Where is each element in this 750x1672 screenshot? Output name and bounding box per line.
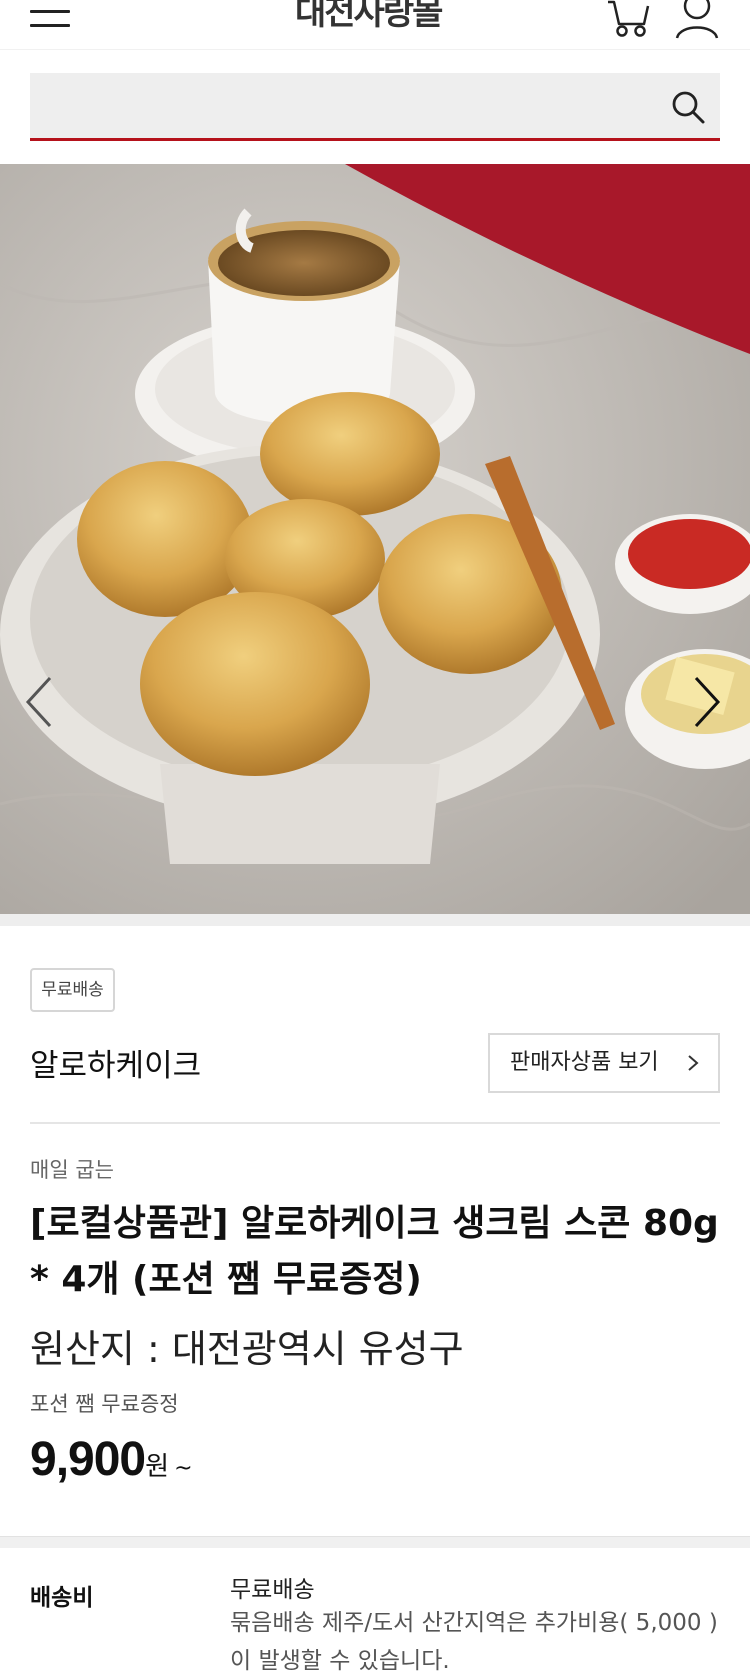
search-icon[interactable] xyxy=(670,89,706,125)
cart-icon[interactable] xyxy=(606,0,652,40)
gallery-next-arrow-icon[interactable] xyxy=(686,672,726,732)
promo-text: 포션 쨈 무료증정 xyxy=(30,1392,179,1416)
top-header: 대전사랑몰 xyxy=(0,0,750,50)
user-icon[interactable] xyxy=(674,0,720,40)
seller-products-button[interactable]: 판매자상품 보기 xyxy=(488,1033,720,1093)
seller-products-label: 판매자상품 보기 xyxy=(510,1050,659,1075)
price-unit: 원 xyxy=(145,1452,170,1482)
product-title: [로컬상품관] 알로하케이크 생크림 스콘 80g * 4개 (포션 쨈 무료증… xyxy=(30,1203,719,1300)
product-photo xyxy=(0,164,750,914)
site-logo[interactable]: 대전사랑몰 xyxy=(295,0,455,38)
menu-icon[interactable] xyxy=(30,4,70,30)
gallery-divider xyxy=(0,914,750,926)
product-origin: 원산지 : 대전광역시 유성구 xyxy=(30,1327,464,1371)
product-price: 9,900원 ~ xyxy=(30,1432,193,1487)
shipping-label: 배송비 xyxy=(30,1585,94,1611)
product-subtitle: 매일 굽는 xyxy=(30,1158,114,1182)
price-amount: 9,900 xyxy=(30,1433,146,1486)
section-separator xyxy=(0,1536,750,1548)
gallery-prev-arrow-icon[interactable] xyxy=(20,672,60,732)
shipping-value: 무료배송 xyxy=(230,1577,315,1603)
free-shipping-badge: 무료배송 xyxy=(30,968,115,1012)
section-divider xyxy=(30,1122,720,1124)
search-bar xyxy=(30,73,720,141)
price-suffix: ~ xyxy=(174,1456,193,1481)
product-image-gallery[interactable]: 1/6 xyxy=(0,164,750,914)
shipping-note: 묶음배송 제주/도서 산간지역은 추가비용( 5,000 )이 발생할 수 있습… xyxy=(230,1610,718,1672)
chevron-right-icon xyxy=(688,1055,699,1071)
search-input[interactable] xyxy=(30,73,650,138)
brand-name: 알로하케이크 xyxy=(30,1048,202,1084)
